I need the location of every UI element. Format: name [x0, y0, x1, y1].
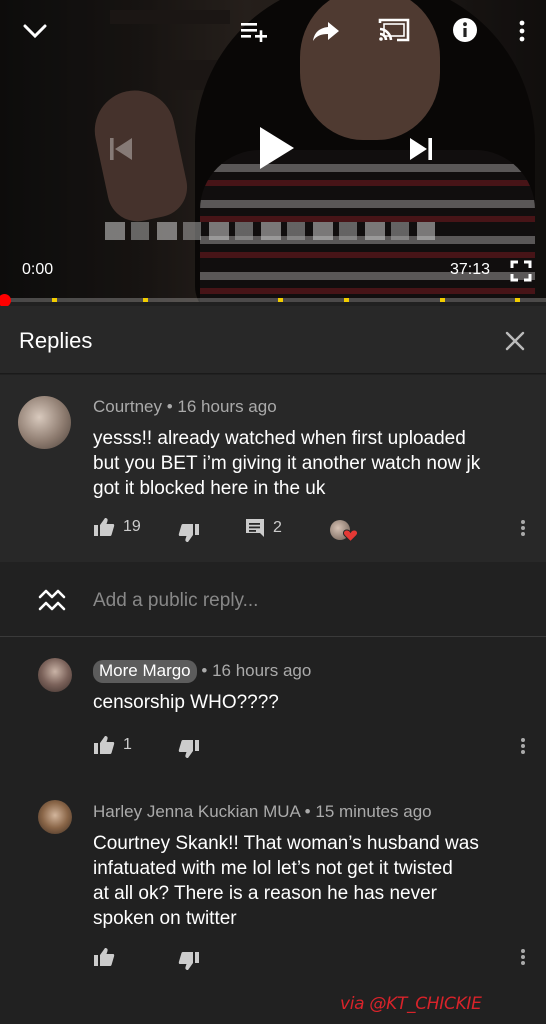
current-time: 0:00: [22, 261, 54, 278]
user-avatar-icon: [36, 586, 68, 614]
ad-marker: [278, 298, 283, 302]
reply-item: More Margo • 16 hours ago censorship WHO…: [0, 638, 546, 778]
comment-text: Courtney Skank!! That woman’s husband wa…: [93, 831, 479, 931]
cast-icon[interactable]: [376, 14, 412, 46]
fullscreen-icon[interactable]: [508, 258, 534, 284]
comment-line: censorship WHO????: [93, 692, 279, 713]
dislike-button[interactable]: [178, 739, 200, 759]
like-button[interactable]: 19: [93, 517, 141, 537]
video-frame-glitch: [105, 222, 435, 240]
comment-icon: [246, 519, 264, 537]
reply-input[interactable]: Add a public reply...: [93, 590, 258, 612]
video-player[interactable]: 0:00 37:13: [0, 0, 546, 302]
like-count: 1: [123, 736, 132, 753]
reply-item: Harley Jenna Kuckian MUA • 15 minutes ag…: [0, 780, 546, 980]
ad-marker: [143, 298, 148, 302]
avatar[interactable]: [18, 396, 71, 449]
heart-icon: [343, 529, 358, 542]
watermark: via @KT_CHICKIE: [340, 994, 482, 1014]
meta-separator: •: [304, 802, 311, 821]
comment-line: spoken on twitter: [93, 908, 237, 929]
play-icon[interactable]: [248, 120, 304, 176]
parent-comment: Courtney • 16 hours ago yesss!! already …: [0, 375, 546, 562]
ad-marker: [515, 298, 520, 302]
comment-line: Courtney Skank!! That woman’s husband wa…: [93, 833, 479, 854]
comment-text: yesss!! already watched when first uploa…: [93, 426, 480, 501]
duration: 37:13: [450, 261, 491, 278]
comment-author[interactable]: Courtney: [93, 397, 162, 416]
ad-marker: [344, 298, 349, 302]
dislike-button[interactable]: [178, 951, 200, 971]
thumbs-down-icon: [178, 740, 199, 758]
ad-marker: [440, 298, 445, 302]
reply-count: 2: [273, 519, 282, 536]
close-icon[interactable]: [500, 326, 530, 356]
comment-line: at all ok? There is a reason he has neve…: [93, 883, 437, 904]
avatar[interactable]: [38, 658, 72, 692]
thumbs-up-icon: [94, 518, 115, 536]
replies-title: Replies: [19, 328, 93, 353]
avatar[interactable]: [38, 800, 72, 834]
meta-separator: •: [201, 661, 208, 680]
comment-text: censorship WHO????: [93, 690, 279, 715]
more-vert-icon[interactable]: [512, 16, 532, 46]
comment-line: but you BET i’m giving it another watch …: [93, 453, 481, 474]
ad-marker: [52, 298, 57, 302]
share-icon[interactable]: [310, 16, 342, 46]
collapse-chevron-icon[interactable]: [20, 16, 50, 46]
comment-more-icon[interactable]: [518, 736, 528, 758]
like-button[interactable]: 1: [93, 735, 132, 755]
replies-count-button[interactable]: 2: [245, 518, 282, 538]
next-icon[interactable]: [404, 132, 438, 166]
previous-icon[interactable]: [104, 132, 138, 166]
meta-separator: •: [166, 397, 173, 416]
progress-bar[interactable]: [0, 298, 546, 302]
reply-input-bar[interactable]: Add a public reply...: [0, 562, 546, 637]
info-icon[interactable]: [450, 15, 480, 45]
comment-meta: More Margo • 16 hours ago: [93, 660, 311, 683]
replies-header: Replies: [0, 306, 546, 374]
thumbs-down-icon: [178, 952, 199, 970]
add-to-queue-icon[interactable]: [238, 16, 270, 46]
creator-heart-badge: [330, 515, 360, 545]
comment-meta: Harley Jenna Kuckian MUA • 15 minutes ag…: [93, 802, 432, 822]
comment-author[interactable]: Harley Jenna Kuckian MUA: [93, 802, 300, 821]
comment-time: 15 minutes ago: [315, 802, 432, 821]
comment-meta: Courtney • 16 hours ago: [93, 397, 277, 417]
like-count: 19: [123, 518, 141, 535]
thumbs-up-icon: [94, 948, 115, 966]
thumbs-up-icon: [94, 736, 115, 754]
like-button[interactable]: [93, 947, 115, 967]
comment-line: yesss!! already watched when first uploa…: [93, 428, 466, 449]
comment-time: 16 hours ago: [177, 397, 277, 416]
thumbs-down-icon: [178, 524, 199, 542]
comment-time: 16 hours ago: [212, 661, 312, 680]
comment-more-icon[interactable]: [518, 947, 528, 969]
creator-author-chip[interactable]: More Margo: [93, 660, 197, 683]
comment-more-icon[interactable]: [518, 518, 528, 540]
comment-line: infatuated with me lol let’s not get it …: [93, 858, 453, 879]
comment-line: got it blocked here in the uk: [93, 478, 326, 499]
dislike-button[interactable]: [178, 523, 200, 543]
